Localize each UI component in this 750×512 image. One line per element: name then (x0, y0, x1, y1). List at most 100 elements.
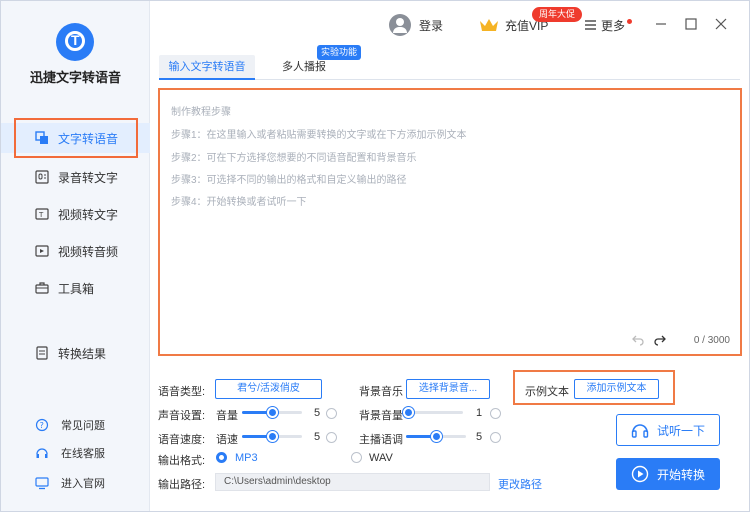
play-icon (631, 465, 649, 483)
tutorial-step-2: 步骤2：可在下方选择您想要的不同语音配置和背景音乐 (171, 153, 417, 164)
slider-thumb[interactable] (403, 407, 414, 418)
voice-type-label: 语音类型: (158, 386, 206, 398)
avatar-icon (389, 14, 411, 36)
speed-value: 5 (314, 431, 321, 443)
bg-volume-spin-icon[interactable] (490, 408, 501, 419)
footer-item-support[interactable]: 在线客服 (1, 443, 150, 463)
help-icon: ? (35, 418, 49, 432)
sidebar-item-results[interactable]: 转换结果 (1, 338, 150, 368)
slider-thumb[interactable] (267, 407, 278, 418)
listen-label: 试听一下 (656, 423, 705, 438)
footer-item-label: 常见问题 (61, 420, 105, 432)
minimize-icon (656, 23, 666, 25)
bg-music-label: 背景音乐 (359, 386, 403, 398)
notification-dot (627, 18, 633, 24)
svg-text:?: ? (40, 421, 44, 430)
login-button[interactable]: 登录 (389, 13, 443, 37)
login-label: 登录 (419, 18, 444, 33)
tutorial-step-4: 步骤4：开始转换或者试听一下 (171, 197, 307, 208)
website-icon (35, 476, 49, 490)
app-name: 迅捷文字转语音 (29, 70, 121, 85)
sidebar-item-label: 视频转音频 (58, 244, 119, 259)
format-wav-radio[interactable] (351, 452, 362, 463)
slider-thumb[interactable] (431, 431, 442, 442)
footer-item-faq[interactable]: ? 常见问题 (1, 415, 150, 435)
more-label: 更多 (601, 18, 626, 33)
editor-tools: 0 / 3000 (631, 334, 730, 346)
video-audio-icon (35, 244, 49, 258)
sidebar-item-toolbox[interactable]: 工具箱 (1, 273, 150, 303)
sidebar-item-label: 视频转文字 (58, 207, 119, 222)
pitch-value: 5 (476, 431, 483, 443)
maximize-button[interactable] (682, 15, 700, 33)
pitch-slider[interactable] (406, 429, 466, 443)
pitch-label: 主播语调 (359, 434, 403, 446)
sidebar-item-label: 工具箱 (58, 281, 95, 296)
start-convert-button[interactable]: 开始转换 (616, 458, 720, 490)
bg-volume-label: 背景音量 (359, 410, 403, 422)
bg-volume-slider[interactable] (403, 405, 463, 419)
active-nav-highlight (14, 118, 138, 158)
minimize-button[interactable] (652, 15, 670, 33)
voice-type-button[interactable]: 君兮/活泼俏皮 (215, 379, 322, 399)
speed-label: 语音速度: (158, 434, 206, 446)
app-window: T 迅捷文字转语音 文字转语音 录音转文字 T 视频转文字 视频转音频 工具箱 … (0, 0, 750, 512)
volume-spin-icon[interactable] (326, 408, 337, 419)
slider-thumb[interactable] (267, 431, 278, 442)
speed-sub-label: 语速 (216, 434, 238, 446)
tutorial-step-1: 步骤1：在这里输入或者粘贴需要转换的文字或在下方添加示例文本 (171, 130, 467, 141)
promo-badge: 周年大促 (532, 7, 582, 22)
format-mp3-radio[interactable] (216, 452, 227, 463)
video-text-icon: T (35, 207, 49, 221)
format-mp3-label[interactable]: MP3 (235, 452, 258, 464)
recording-icon (35, 170, 49, 184)
tutorial-title: 制作教程步骤 (171, 107, 231, 118)
tab-text-input[interactable]: 输入文字转语音 (159, 55, 255, 79)
lab-feature-badge: 实验功能 (317, 45, 361, 60)
format-label: 输出格式: (158, 455, 206, 467)
example-text-label: 示例文本 (525, 386, 569, 398)
listen-button[interactable]: 试听一下 (616, 414, 720, 446)
text-editor[interactable]: 制作教程步骤 步骤1：在这里输入或者粘贴需要转换的文字或在下方添加示例文本 步骤… (158, 88, 742, 356)
path-label: 输出路径: (158, 479, 206, 491)
change-path-link[interactable]: 更改路径 (498, 476, 542, 492)
logo-letter: T (71, 32, 80, 48)
sidebar-item-video-to-audio[interactable]: 视频转音频 (1, 236, 150, 266)
tab-active-indicator (159, 78, 255, 80)
maximize-icon (685, 18, 697, 30)
svg-text:T: T (38, 211, 44, 219)
headset-icon (35, 446, 49, 460)
more-button[interactable]: 更多 (585, 13, 633, 37)
speed-spin-icon[interactable] (326, 432, 337, 443)
sidebar-item-label: 转换结果 (58, 346, 107, 361)
headphones-icon (631, 424, 649, 438)
footer-item-label: 在线客服 (61, 448, 105, 460)
undo-icon[interactable] (631, 334, 644, 346)
close-button[interactable] (712, 15, 730, 33)
sidebar: T 迅捷文字转语音 文字转语音 录音转文字 T 视频转文字 视频转音频 工具箱 … (1, 1, 150, 511)
footer-item-website[interactable]: 进入官网 (1, 473, 150, 493)
volume-value: 5 (314, 407, 321, 419)
start-label: 开始转换 (656, 467, 705, 482)
volume-label: 音量 (216, 410, 238, 422)
output-path-field[interactable]: C:\Users\admin\desktop (215, 473, 490, 491)
char-count: 0 / 3000 (693, 334, 730, 346)
speed-slider[interactable] (242, 429, 302, 443)
redo-icon[interactable] (654, 334, 666, 346)
sound-settings-label: 声音设置: (158, 410, 206, 422)
pitch-spin-icon[interactable] (490, 432, 501, 443)
sidebar-item-video-to-text[interactable]: T 视频转文字 (1, 199, 150, 229)
close-icon (715, 18, 727, 30)
results-icon (35, 346, 49, 360)
toolbox-icon (35, 281, 49, 295)
tutorial-step-3: 步骤3：可选择不同的输出的格式和自定义输出的路径 (171, 175, 407, 186)
app-logo: T (56, 23, 94, 61)
sidebar-item-label: 录音转文字 (58, 170, 119, 185)
sidebar-item-recording-to-text[interactable]: 录音转文字 (1, 162, 150, 192)
crown-icon (479, 17, 499, 33)
volume-slider[interactable] (242, 405, 302, 419)
bg-music-button[interactable]: 选择背景音... (406, 379, 490, 399)
menu-icon (585, 20, 596, 30)
format-wav-label[interactable]: WAV (369, 452, 393, 464)
add-example-button[interactable]: 添加示例文本 (574, 379, 659, 399)
